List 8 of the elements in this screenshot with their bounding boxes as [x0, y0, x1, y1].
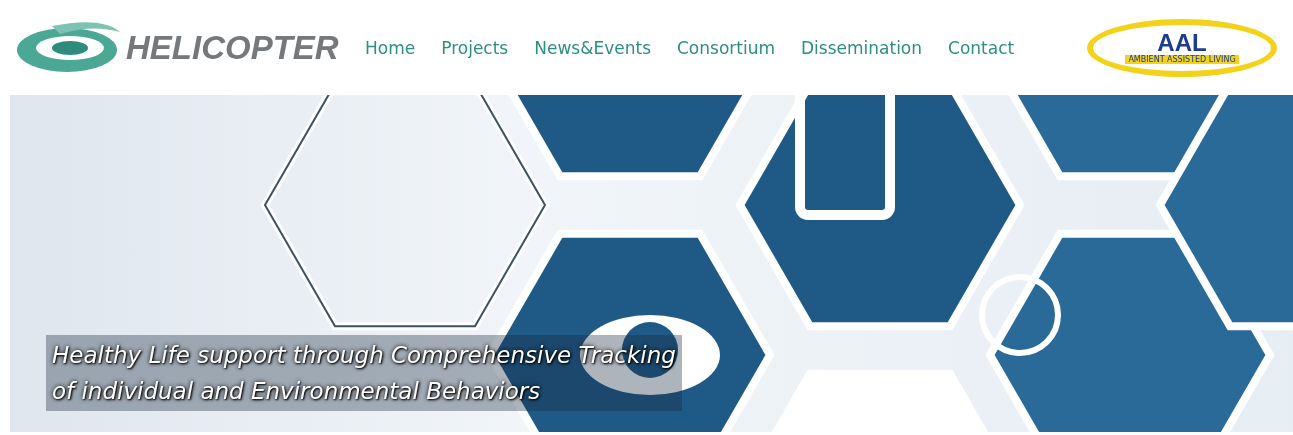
nav-link[interactable]: Consortium	[677, 37, 775, 58]
logo-text[interactable]: HELICOPTER	[126, 28, 339, 67]
nav-link[interactable]: Contact	[948, 37, 1015, 58]
nav-link[interactable]: Dissemination	[801, 37, 923, 58]
partner-logo[interactable]: AAL AMBIENT ASSISTED LIVING	[1087, 18, 1277, 77]
nav-link[interactable]: Home	[365, 37, 416, 58]
nav-link[interactable]: News&Events	[534, 37, 651, 58]
nav-link[interactable]: Projects	[441, 37, 509, 58]
